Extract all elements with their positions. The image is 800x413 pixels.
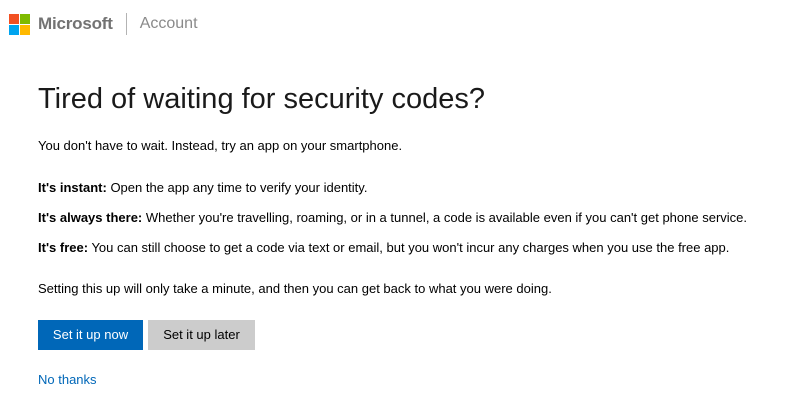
benefit-free: It's free: You can still choose to get a… bbox=[38, 239, 788, 257]
main-content: Tired of waiting for security codes? You… bbox=[38, 80, 788, 389]
set-it-up-now-button[interactable]: Set it up now bbox=[38, 320, 143, 350]
logo-square-blue bbox=[9, 24, 19, 35]
setup-note: Setting this up will only take a minute,… bbox=[38, 281, 552, 296]
benefit-text: Open the app any time to verify your ide… bbox=[106, 180, 368, 195]
logo-square-green bbox=[20, 13, 30, 24]
benefit-text: You can still choose to get a code via t… bbox=[88, 240, 730, 255]
logo-square-red bbox=[9, 13, 19, 24]
brand-name: Microsoft bbox=[38, 14, 113, 33]
intro-text: You don't have to wait. Instead, try an … bbox=[38, 138, 403, 153]
benefits-list: It's instant: Open the app any time to v… bbox=[38, 179, 788, 257]
benefit-text: Whether you're travelling, roaming, or i… bbox=[142, 210, 747, 225]
microsoft-logo-icon bbox=[9, 13, 30, 35]
section-title: Account bbox=[139, 15, 198, 32]
benefit-label: It's always there: bbox=[38, 210, 143, 225]
benefit-label: It's free: bbox=[38, 240, 89, 255]
benefit-instant: It's instant: Open the app any time to v… bbox=[38, 179, 788, 197]
no-thanks-link[interactable]: No thanks bbox=[38, 372, 97, 387]
logo-square-yellow bbox=[20, 24, 30, 35]
set-it-up-later-button[interactable]: Set it up later bbox=[148, 320, 255, 350]
button-row: Set it up now Set it up later bbox=[38, 320, 788, 350]
header: Microsoft Account bbox=[9, 11, 198, 37]
benefit-always-there: It's always there: Whether you're travel… bbox=[38, 209, 788, 227]
benefit-label: It's instant: bbox=[38, 180, 107, 195]
page-title: Tired of waiting for security codes? bbox=[38, 83, 486, 115]
header-divider bbox=[125, 13, 127, 35]
